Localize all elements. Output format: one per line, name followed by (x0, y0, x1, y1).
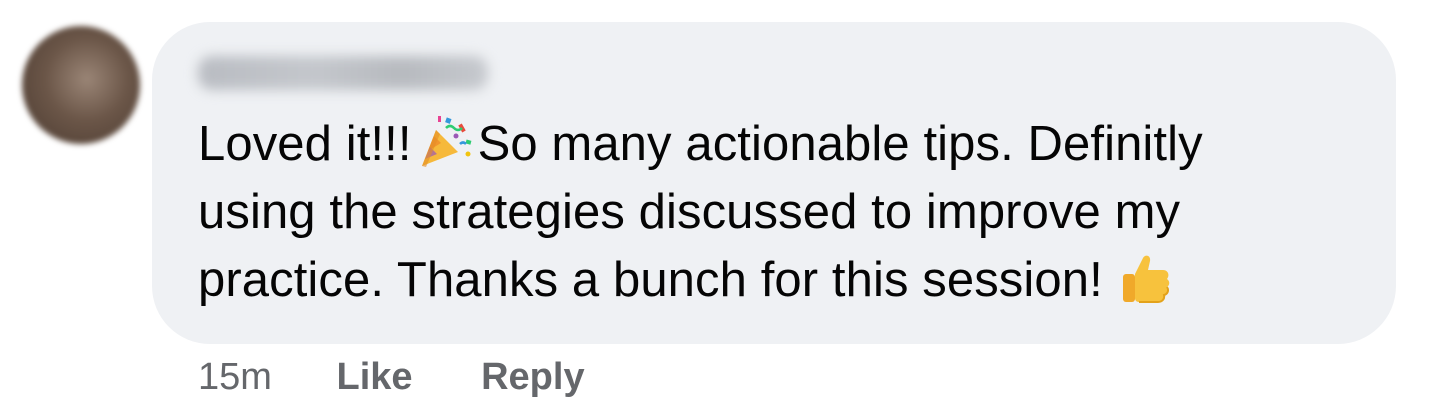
thumbs-up-icon (1122, 255, 1170, 303)
author-name[interactable] (198, 56, 488, 90)
comment-actions: 15m Like Reply (198, 352, 585, 402)
comment-text: Loved it!!! So many actionable tips. Def… (198, 110, 1378, 314)
like-button[interactable]: Like (336, 352, 412, 402)
timestamp[interactable]: 15m (198, 352, 272, 402)
comment-line-2: using the strategies discussed to improv… (198, 185, 1181, 239)
avatar[interactable] (22, 26, 140, 144)
reply-button[interactable]: Reply (481, 352, 584, 402)
comment: Loved it!!! So many actionable tips. Def… (0, 0, 1430, 417)
comment-line-1: Loved it!!! So many actionable tips. Def… (198, 110, 1378, 178)
comment-text-rest: So many actionable tips. Definitly (477, 117, 1203, 171)
comment-text-start: Loved it!!! (198, 117, 412, 171)
comment-text-end: practice. Thanks a bunch for this sessio… (198, 253, 1103, 307)
comment-line-3: practice. Thanks a bunch for this sessio… (198, 246, 1378, 314)
party-popper-icon (421, 116, 471, 167)
